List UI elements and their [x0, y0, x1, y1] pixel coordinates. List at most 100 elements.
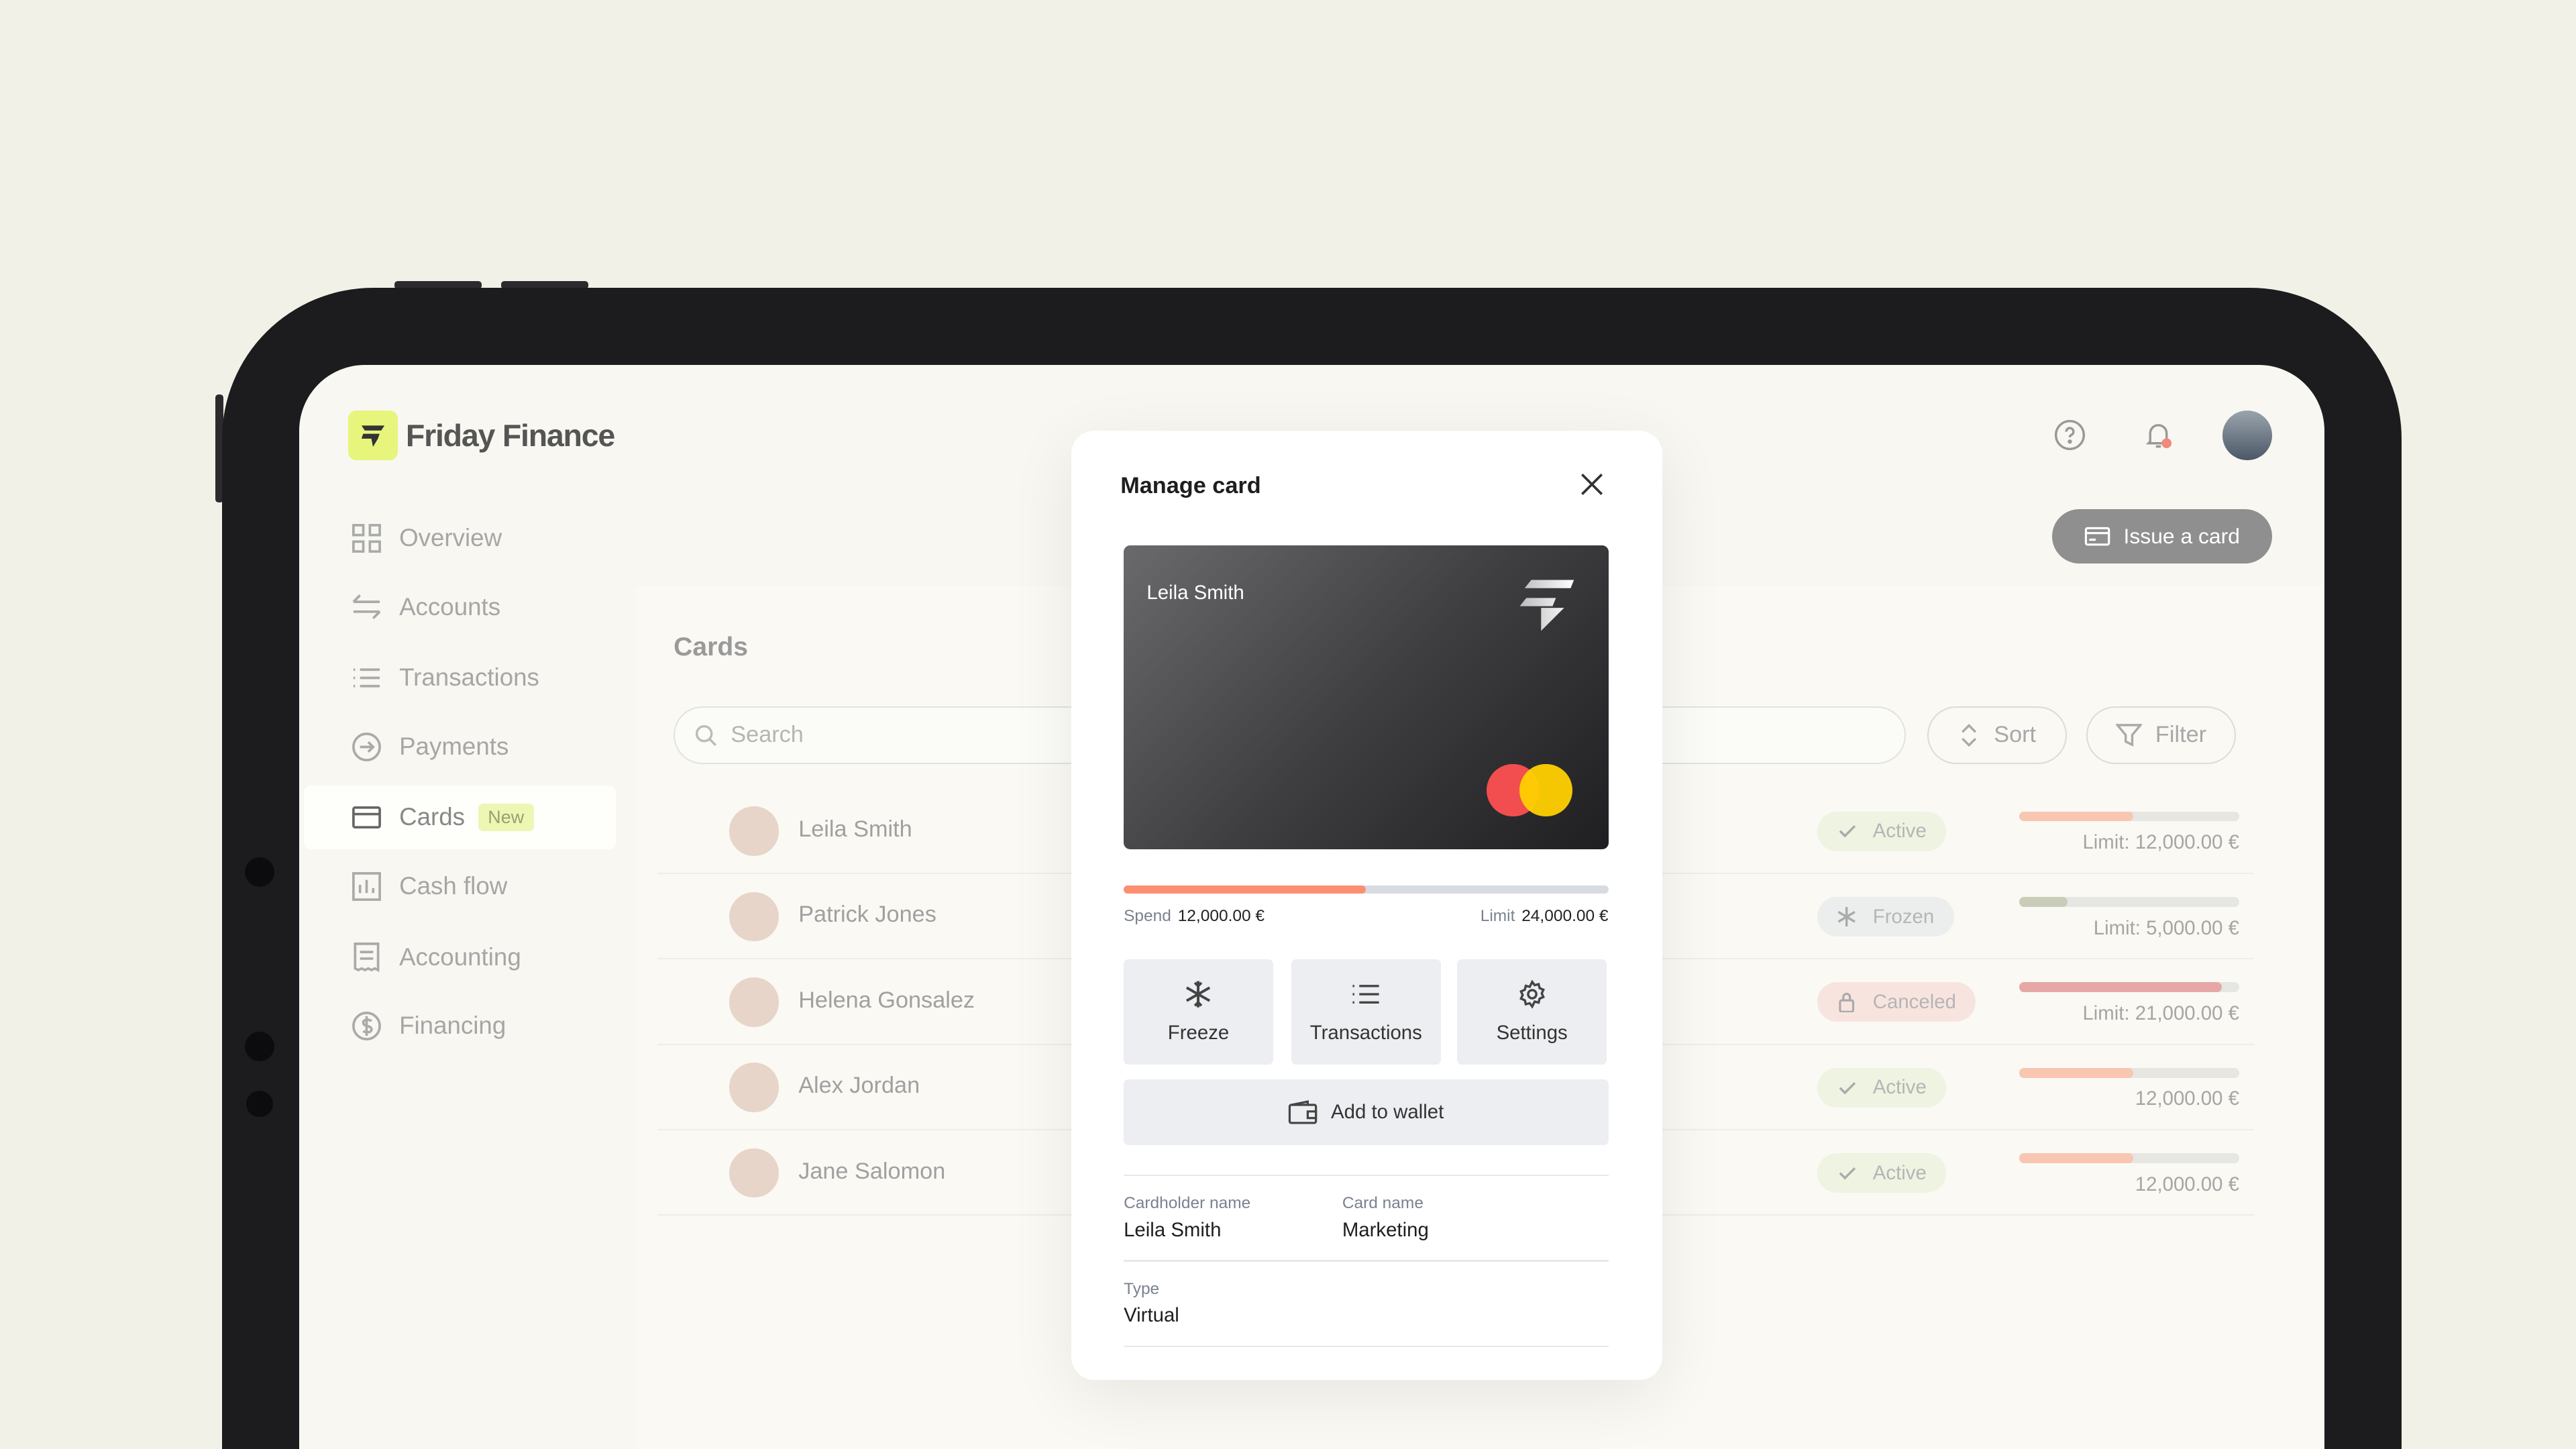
cardholder-name: Jane Salomon: [798, 1158, 946, 1184]
filter-button[interactable]: Filter: [2086, 706, 2237, 764]
cardholder-name: Alex Jordan: [798, 1073, 920, 1099]
sidebar-item-accounting[interactable]: Accounting: [304, 925, 616, 989]
cardholder-label: Cardholder name: [1124, 1194, 1251, 1213]
sort-button[interactable]: Sort: [1927, 706, 2067, 764]
cardname-value: Marketing: [1342, 1219, 1429, 1242]
sidebar-item-financing[interactable]: Financing: [304, 994, 616, 1059]
avatar: [729, 892, 779, 942]
modal-title: Manage card: [1120, 473, 1261, 499]
card-holder-name: Leila Smith: [1146, 581, 1244, 604]
transactions-button[interactable]: Transactions: [1291, 959, 1441, 1065]
cardholder-name: Patrick Jones: [798, 902, 936, 928]
status-badge: Active: [1817, 811, 1947, 851]
status-badge: Active: [1817, 1067, 1947, 1108]
status-label: Active: [1872, 820, 1927, 843]
sidebar-item-label: Payments: [399, 733, 509, 761]
limit-text: Limit: 12,000.00 €: [2082, 831, 2239, 854]
gear-icon: [1519, 979, 1545, 1009]
limit-text: Limit: 21,000.00 €: [2082, 1002, 2239, 1024]
list-icon: [348, 659, 384, 696]
sidebar-item-transactions[interactable]: Transactions: [304, 645, 616, 710]
type-label: Type: [1124, 1279, 1160, 1298]
brand-logo: [1519, 580, 1574, 631]
card-preview: Leila Smith: [1124, 545, 1609, 850]
spend-bar: [2019, 1067, 2239, 1078]
user-avatar[interactable]: [2222, 411, 2272, 460]
help-icon[interactable]: [2045, 411, 2094, 460]
spend-bar-fill: [2019, 811, 2134, 822]
sidebar-item-accounts[interactable]: Accounts: [304, 575, 616, 639]
status-badge: Active: [1817, 1153, 1947, 1193]
sidebar-item-cash-flow[interactable]: Cash flow: [304, 854, 616, 918]
spend-bar: [2019, 982, 2239, 993]
sidebar-item-label: Financing: [399, 1012, 506, 1040]
dollar-icon: [348, 1008, 384, 1044]
search-placeholder: Search: [731, 722, 804, 748]
status-icon: [1839, 1167, 1856, 1180]
limit-text: 12,000.00 €: [2135, 1087, 2239, 1110]
cardname-label: Card name: [1342, 1194, 1424, 1213]
search-icon: [696, 724, 717, 746]
status-label: Frozen: [1872, 905, 1935, 928]
issue-card-label: Issue a card: [2123, 524, 2240, 549]
sort-label: Sort: [1994, 722, 2037, 748]
camera-dot: [246, 1091, 273, 1118]
spend-bar: [2019, 1153, 2239, 1163]
stage: Friday Finance Overview Accounts Transac…: [0, 0, 2576, 1449]
cardholder-value: Leila Smith: [1124, 1219, 1222, 1242]
bell-icon[interactable]: [2134, 411, 2183, 460]
add-to-wallet-button[interactable]: Add to wallet: [1124, 1079, 1609, 1145]
spend-value: 12,000.00 €: [1177, 906, 1265, 925]
sidebar-item-overview[interactable]: Overview: [304, 506, 616, 570]
manage-card-modal: Manage card Leila Smith Spend 12,000.00 €…: [1071, 430, 1663, 1381]
card-icon: [348, 799, 384, 835]
chart-icon: [348, 868, 384, 904]
spend-progress-fill: [1124, 885, 1366, 894]
transactions-label: Transactions: [1309, 1022, 1422, 1044]
sidebar-item-payments[interactable]: Payments: [304, 714, 616, 779]
spend-bar-fill: [2019, 1153, 2134, 1163]
divider: [1124, 1175, 1609, 1177]
page-title: Cards: [674, 632, 749, 661]
type-value: Virtual: [1124, 1304, 1179, 1327]
cardholder-name: Helena Gonsalez: [798, 987, 975, 1013]
avatar: [729, 1063, 779, 1112]
spend-bar-fill: [2019, 982, 2222, 993]
receipt-icon: [348, 939, 384, 975]
status-label: Active: [1872, 1076, 1927, 1099]
status-badge: Frozen: [1817, 897, 1954, 936]
sidebar-item-label: Cash flow: [399, 872, 508, 900]
sidebar-item-label: Transactions: [399, 663, 539, 692]
sidebar-item-label: Accounts: [399, 592, 501, 621]
sort-icon: [1962, 723, 1977, 747]
settings-label: Settings: [1496, 1022, 1568, 1044]
limit-readout: Limit 24,000.00 €: [1481, 907, 1609, 926]
sidebar-item-label: Accounting: [399, 943, 521, 971]
spend-bar-fill: [2019, 1067, 2134, 1078]
settings-button[interactable]: Settings: [1457, 959, 1607, 1065]
limit-value: 24,000.00 €: [1521, 906, 1609, 925]
brand-logo[interactable]: [348, 411, 398, 460]
arrow-circle-icon: [348, 729, 384, 765]
filter-icon: [2116, 724, 2143, 747]
spend-progress-bar: [1124, 885, 1609, 894]
sidebar-item-label: Overview: [399, 524, 502, 552]
spend-bar: [2019, 897, 2239, 907]
status-icon: [1839, 825, 1856, 838]
spend-readout: Spend 12,000.00 €: [1124, 907, 1265, 926]
snowflake-icon: [1186, 981, 1211, 1008]
divider: [1124, 1345, 1609, 1348]
issue-card-button[interactable]: Issue a card: [2051, 509, 2272, 564]
mastercard-yellow-circle: [1519, 763, 1572, 817]
limit-text: 12,000.00 €: [2135, 1173, 2239, 1195]
sidebar-item-cards[interactable]: Cards New: [304, 785, 616, 850]
status-label: Active: [1872, 1161, 1927, 1184]
camera-dot: [244, 1031, 274, 1062]
freeze-label: Freeze: [1167, 1022, 1230, 1044]
brand-name: Friday Finance: [405, 418, 615, 453]
freeze-button[interactable]: Freeze: [1124, 959, 1273, 1065]
sidebar-item-label: Cards: [399, 803, 466, 831]
close-icon[interactable]: [1577, 470, 1607, 499]
wallet-icon: [1289, 1100, 1318, 1124]
limit-text: Limit: 5,000.00 €: [2093, 916, 2239, 939]
